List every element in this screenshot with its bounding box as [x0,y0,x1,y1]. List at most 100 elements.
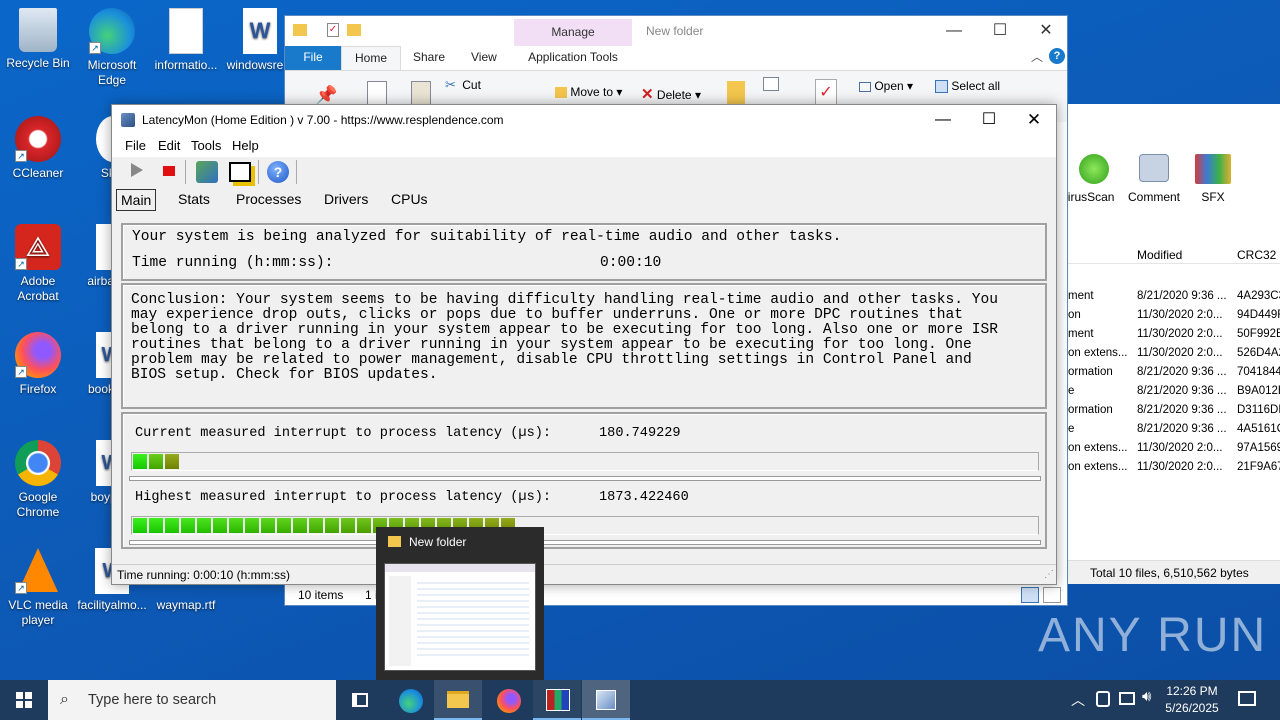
desktop-icon-label: CCleaner [12,166,64,180]
show-hidden-icons-icon[interactable]: ︿ [1071,690,1085,710]
cell-name: ormation [1068,366,1113,378]
menu-edit[interactable]: Edit [158,138,180,153]
minimize-icon[interactable]: — [931,16,977,46]
task-view-button[interactable] [336,680,384,720]
list-item[interactable]: ormation 8/21/2020 9:36 ... D3116DF [1068,402,1280,421]
start-button[interactable] [0,680,48,720]
taskbar-thumbnail-preview[interactable]: New folder [376,527,544,680]
item-count: 10 items [298,588,344,602]
pin-icon[interactable]: 📌 [315,85,337,106]
large-icons-view-icon[interactable] [1043,587,1061,603]
notifications-icon[interactable] [1238,691,1256,706]
taskbar-latencymon[interactable] [582,680,630,720]
cut-button[interactable]: ✂ Cut [445,77,481,93]
desktop-icon-label: Recycle Bin [6,56,70,70]
list-item[interactable]: on extens... 11/30/2020 2:0... 526D4A2 [1068,345,1280,364]
driver-tool-icon[interactable] [196,161,218,183]
list-item[interactable]: e 8/21/2020 9:36 ... B9A012E [1068,383,1280,402]
latency-bar-segment [245,518,259,533]
resize-grip-icon[interactable]: ⋰ [1044,569,1054,580]
cell-crc: 50F992B [1237,328,1280,340]
tab-file[interactable]: File [285,46,341,70]
taskbar-edge[interactable] [386,680,434,720]
open-button[interactable]: Open ▾ [859,79,913,93]
details-view-icon[interactable] [1021,587,1039,603]
current-latency-bar-underline [129,476,1041,481]
tab-home[interactable]: Home [341,46,401,70]
desktop-icon-information[interactable]: informatio... [148,8,224,73]
sfx-button[interactable]: SFX [1188,154,1238,204]
tab-stats[interactable]: Stats [178,189,210,211]
taskbar-firefox[interactable] [484,680,532,720]
tab-view[interactable]: View [471,46,497,70]
desktop-icon-recycle-bin[interactable]: Recycle Bin [0,8,76,71]
move-to-button[interactable]: Move to ▾ [555,85,622,99]
tab-main[interactable]: Main [116,189,157,211]
start-button[interactable] [131,163,143,177]
taskbar-file-explorer[interactable] [434,680,482,720]
list-item[interactable]: ormation 8/21/2020 9:36 ... 7041844 [1068,364,1280,383]
select-all-icon [935,80,948,94]
desktop-icon-ccleaner[interactable]: ↗ CCleaner [0,116,76,181]
cell-name: e [1068,385,1075,397]
desktop-icon-edge[interactable]: ↗ Microsoft Edge [74,8,150,88]
comment-button[interactable]: Comment [1124,154,1184,204]
column-modified[interactable]: Modified [1137,248,1182,262]
toolbar-separator [258,160,259,184]
close-icon[interactable]: ✕ [1012,105,1056,135]
latencymon-status-text: Time running: 0:00:10 (h:mm:ss) [117,568,290,582]
tab-drivers[interactable]: Drivers [324,189,368,211]
list-item[interactable]: on extens... 11/30/2020 2:0... 21F9A67 [1068,459,1280,478]
new-folder-ribbon-icon[interactable] [727,81,745,105]
stop-button[interactable] [163,166,175,176]
collapse-ribbon-icon[interactable]: ︿ [1031,48,1043,65]
maximize-icon[interactable]: ☐ [977,16,1023,46]
volume-icon[interactable]: 🔊︎ [1142,688,1151,705]
menu-file[interactable]: File [125,138,146,153]
taskbar-search-box[interactable]: ⌕ Type here to search [48,680,336,720]
desktop-icon-vlc[interactable]: ↗ VLC media player [0,548,76,628]
tab-processes[interactable]: Processes [236,189,301,211]
clock[interactable]: 12:26 PM 5/26/2025 [1160,683,1224,717]
column-crc[interactable]: CRC32 [1237,248,1276,262]
list-item[interactable]: e 8/21/2020 9:36 ... 4A5161C [1068,421,1280,440]
tab-cpus[interactable]: CPUs [391,189,428,211]
acrobat-icon: ⟁ ↗ [15,224,61,270]
windows-icon[interactable] [229,162,251,182]
minimize-icon[interactable]: — [920,105,966,135]
cut-label: Cut [462,78,481,92]
taskbar-winrar[interactable] [533,680,581,720]
desktop-icon-google-chrome[interactable]: Google Chrome [0,440,76,520]
manage-contextual-tab[interactable]: Manage [514,19,632,46]
thumbnail-title: New folder [409,535,467,549]
latency-bar-segment [149,518,163,533]
security-tray-icon[interactable] [1096,691,1110,707]
cell-name: on [1068,309,1081,321]
analysis-status-text: Your system is being analyzed for suitab… [132,229,842,245]
select-all-button[interactable]: Select all [935,79,1000,94]
list-item[interactable]: on extens... 11/30/2020 2:0... 97A1569 [1068,440,1280,459]
list-item[interactable]: on 11/30/2020 2:0... 94D449F [1068,307,1280,326]
help-icon[interactable]: ? [267,161,289,183]
delete-button[interactable]: ✕ Delete ▾ [641,85,701,103]
cell-modified: 11/30/2020 2:0... [1137,442,1223,454]
menu-tools[interactable]: Tools [191,138,221,153]
menu-help[interactable]: Help [232,138,259,153]
list-item[interactable]: ment 11/30/2020 2:0... 50F992B [1068,326,1280,345]
highest-latency-bar [131,516,1039,535]
network-icon[interactable] [1119,692,1135,705]
new-item-icon[interactable] [763,77,779,91]
close-icon[interactable]: ✕ [1023,16,1069,46]
cell-name: ment [1068,328,1094,340]
maximize-icon[interactable]: ☐ [966,105,1012,135]
desktop-icon-adobe-acrobat[interactable]: ⟁ ↗ Adobe Acrobat [0,224,76,304]
cell-modified: 11/30/2020 2:0... [1137,309,1223,321]
list-item[interactable]: ment 8/21/2020 9:36 ... 4A293C3 [1068,288,1280,307]
properties-check-icon[interactable]: ✓ [815,79,837,105]
copy-icon[interactable] [367,81,387,105]
tab-share[interactable]: Share [413,46,445,70]
help-icon[interactable]: ? [1049,48,1065,64]
virusscan-button[interactable]: VirusScan [1060,154,1114,204]
desktop-icon-firefox[interactable]: ↗ Firefox [0,332,76,397]
tab-application-tools[interactable]: Application Tools [514,46,632,70]
